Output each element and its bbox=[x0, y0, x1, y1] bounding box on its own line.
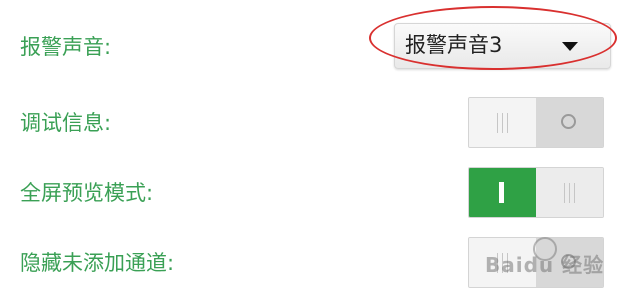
grip-icon bbox=[495, 113, 511, 133]
caret-down-icon bbox=[562, 42, 578, 51]
on-bar-icon bbox=[499, 182, 504, 203]
debug-info-label: 调试信息: bbox=[20, 111, 112, 135]
alarm-sound-dropdown[interactable]: 报警声音3 bbox=[394, 23, 611, 69]
hide-unadded-channels-toggle[interactable] bbox=[468, 237, 604, 288]
fullscreen-preview-label: 全屏预览模式: bbox=[20, 181, 154, 205]
toggle-thumb bbox=[469, 98, 536, 147]
toggle-thumb bbox=[536, 168, 603, 217]
off-circle-icon bbox=[561, 114, 576, 129]
settings-screen: 报警声音: 报警声音3 调试信息: 全屏预览模式: 隐藏未添加通道: Baidu… bbox=[0, 0, 628, 302]
off-circle-icon bbox=[561, 254, 576, 269]
toggle-off-segment bbox=[536, 98, 603, 147]
grip-icon bbox=[562, 183, 578, 203]
grip-icon bbox=[495, 253, 511, 273]
toggle-on-segment bbox=[469, 168, 536, 217]
fullscreen-preview-toggle[interactable] bbox=[468, 167, 604, 218]
toggle-off-segment bbox=[536, 238, 603, 287]
alarm-sound-label: 报警声音: bbox=[20, 35, 112, 59]
debug-info-toggle[interactable] bbox=[468, 97, 604, 148]
hide-unadded-channels-label: 隐藏未添加通道: bbox=[20, 251, 175, 275]
toggle-thumb bbox=[469, 238, 536, 287]
alarm-sound-selected-value: 报警声音3 bbox=[405, 33, 503, 57]
